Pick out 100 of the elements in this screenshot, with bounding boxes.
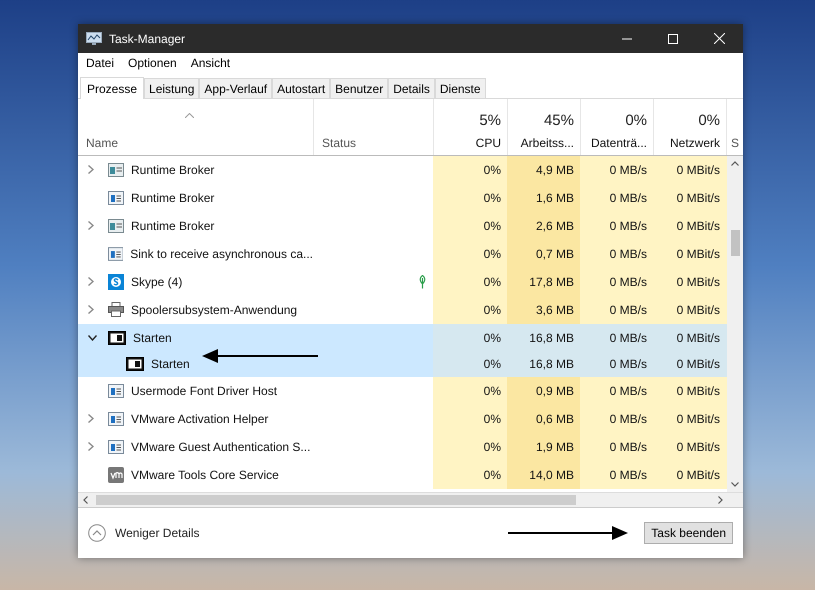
table-cell: 0,9 MB <box>507 376 580 405</box>
process-row[interactable]: Starten 0% 16,8 MB 0 MB/s 0 MBit/s <box>78 324 727 352</box>
tab[interactable]: Details <box>388 78 435 98</box>
chevron-right-icon[interactable] <box>88 165 94 174</box>
table-cell: 0 MBit/s <box>653 212 726 240</box>
column-total: 0% <box>698 112 720 129</box>
process-row[interactable]: VMware Tools Core Service 0% 14,0 MB 0 MB/s 0 MBit/s <box>78 460 727 489</box>
table-cell: 0 MBit/s <box>653 240 726 268</box>
maximize-icon[interactable] <box>668 34 678 44</box>
table-cell: 0% <box>433 460 507 489</box>
process-row[interactable]: Sink to receive asynchronous ca... 0% 0,7 MB 0 MB/s 0 MBit/s <box>78 240 727 268</box>
table-cell: 0 MB/s <box>580 404 653 433</box>
table-cell: 0 MBit/s <box>653 404 726 433</box>
printer-icon <box>108 302 124 318</box>
chevron-down-icon[interactable] <box>88 334 97 341</box>
table-cell: 0 MBit/s <box>653 460 726 489</box>
column-header[interactable]: Arbeitss... <box>520 136 574 150</box>
column-header[interactable]: CPU <box>476 136 501 150</box>
chevron-right-icon[interactable] <box>88 221 94 230</box>
table-cell: 0% <box>433 240 507 268</box>
tab[interactable]: Autostart <box>272 78 330 98</box>
process-row[interactable]: Starten 0% 16,8 MB 0 MB/s 0 MBit/s <box>78 352 727 377</box>
table-cell: 4,9 MB <box>507 156 580 184</box>
table-cell: 0 MB/s <box>580 212 653 240</box>
process-name: Runtime Broker <box>131 190 214 205</box>
process-name: Runtime Broker <box>131 162 214 177</box>
table-cell: 0 MB/s <box>580 156 653 184</box>
menu-item[interactable]: Ansicht <box>190 56 230 70</box>
column-header[interactable]: S <box>731 136 740 150</box>
window-icon <box>108 218 124 233</box>
table-cell: 0 MBit/s <box>653 184 726 212</box>
process-name: Starten <box>151 357 190 372</box>
tab[interactable]: Prozesse <box>80 77 144 99</box>
table-cell: 1,6 MB <box>507 184 580 212</box>
table-cell: 0 MB/s <box>580 432 653 461</box>
process-name: Runtime Broker <box>131 218 214 233</box>
close-icon[interactable] <box>714 33 725 44</box>
table-cell: 0% <box>433 404 507 433</box>
table-cell: 0,7 MB <box>507 240 580 268</box>
scrollbar-thumb[interactable] <box>96 495 576 505</box>
tab[interactable]: Benutzer <box>330 78 388 98</box>
scroll-down-icon[interactable] <box>731 482 739 488</box>
table-cell: 0 MBit/s <box>653 268 726 296</box>
window-icon <box>108 190 124 205</box>
table-cell: 3,6 MB <box>507 296 580 324</box>
table-cell: 0 MB/s <box>580 240 653 268</box>
horizontal-scrollbar[interactable] <box>78 492 743 507</box>
column-header[interactable]: Name <box>86 136 307 150</box>
menu-item[interactable]: Datei <box>86 56 114 70</box>
scroll-left-icon[interactable] <box>83 496 88 504</box>
column-total: 0% <box>625 112 647 129</box>
window-icon <box>126 357 144 372</box>
tab[interactable]: Leistung <box>144 78 200 98</box>
table-cell: 0 MB/s <box>580 268 653 296</box>
table-cell: 0% <box>433 324 507 352</box>
process-row[interactable]: Spoolersubsystem-Anwendung 0% 3,6 MB 0 MB/s 0 MBit/s <box>78 296 727 324</box>
table-cell: 0 MB/s <box>580 296 653 324</box>
chevron-up-circle-icon <box>88 524 106 542</box>
chevron-right-icon[interactable] <box>88 414 94 424</box>
scrollbar-thumb[interactable] <box>730 230 740 256</box>
window-title: Task-Manager <box>109 32 186 46</box>
chat-app-icon <box>108 274 124 290</box>
window-icon <box>108 412 124 426</box>
process-name: Sink to receive asynchronous ca... <box>130 246 313 261</box>
chevron-right-icon[interactable] <box>88 442 94 452</box>
column-header[interactable]: Netzwerk <box>670 136 720 150</box>
process-row[interactable]: Usermode Font Driver Host 0% 0,9 MB 0 MB/s 0 MBit/s <box>78 376 727 405</box>
table-cell: 0% <box>433 432 507 461</box>
vertical-scrollbar[interactable] <box>727 156 743 492</box>
process-name: Usermode Font Driver Host <box>131 384 278 398</box>
scroll-up-icon[interactable] <box>731 160 739 166</box>
process-row[interactable]: Runtime Broker 0% 1,6 MB 0 MB/s 0 MBit/s <box>78 184 727 212</box>
chevron-right-icon[interactable] <box>88 305 94 314</box>
table-cell: 0 MBit/s <box>653 432 726 461</box>
process-row[interactable]: Runtime Broker 0% 4,9 MB 0 MB/s 0 MBit/s <box>78 156 727 184</box>
tab[interactable]: Dienste <box>434 78 486 98</box>
window-icon <box>108 384 124 398</box>
process-row[interactable]: VMware Guest Authentication S... 0% 1,9 MB 0 MB/s 0 MBit/s <box>78 432 727 461</box>
column-header[interactable]: Status <box>322 136 427 150</box>
table-cell: 0% <box>433 352 507 377</box>
table-cell: 16,8 MB <box>507 324 580 352</box>
scroll-right-icon[interactable] <box>718 496 723 504</box>
column-total: 45% <box>544 112 574 129</box>
process-row[interactable]: Skype (4) 0% 17,8 MB 0 MB/s 0 MBit/s <box>78 268 727 296</box>
monitor-icon <box>86 32 102 46</box>
window-icon <box>108 440 124 454</box>
menu-item[interactable]: Optionen <box>128 56 177 70</box>
table-cell: 0% <box>433 268 507 296</box>
column-header[interactable]: Datenträ... <box>590 136 647 150</box>
end-task-button[interactable]: Task beenden <box>644 522 733 544</box>
chevron-right-icon[interactable] <box>88 277 94 286</box>
column-total: 5% <box>479 112 501 129</box>
process-row[interactable]: VMware Activation Helper 0% 0,6 MB 0 MB/s 0 MBit/s <box>78 404 727 433</box>
process-name: Skype (4) <box>131 274 182 289</box>
table-cell: 0 MB/s <box>580 376 653 405</box>
fewer-details-button[interactable]: Weniger Details <box>88 524 200 542</box>
process-name: Starten <box>133 330 172 345</box>
process-name: VMware Tools Core Service <box>131 468 279 482</box>
tab[interactable]: App-Verlauf <box>199 78 272 98</box>
process-row[interactable]: Runtime Broker 0% 2,6 MB 0 MB/s 0 MBit/s <box>78 212 727 240</box>
